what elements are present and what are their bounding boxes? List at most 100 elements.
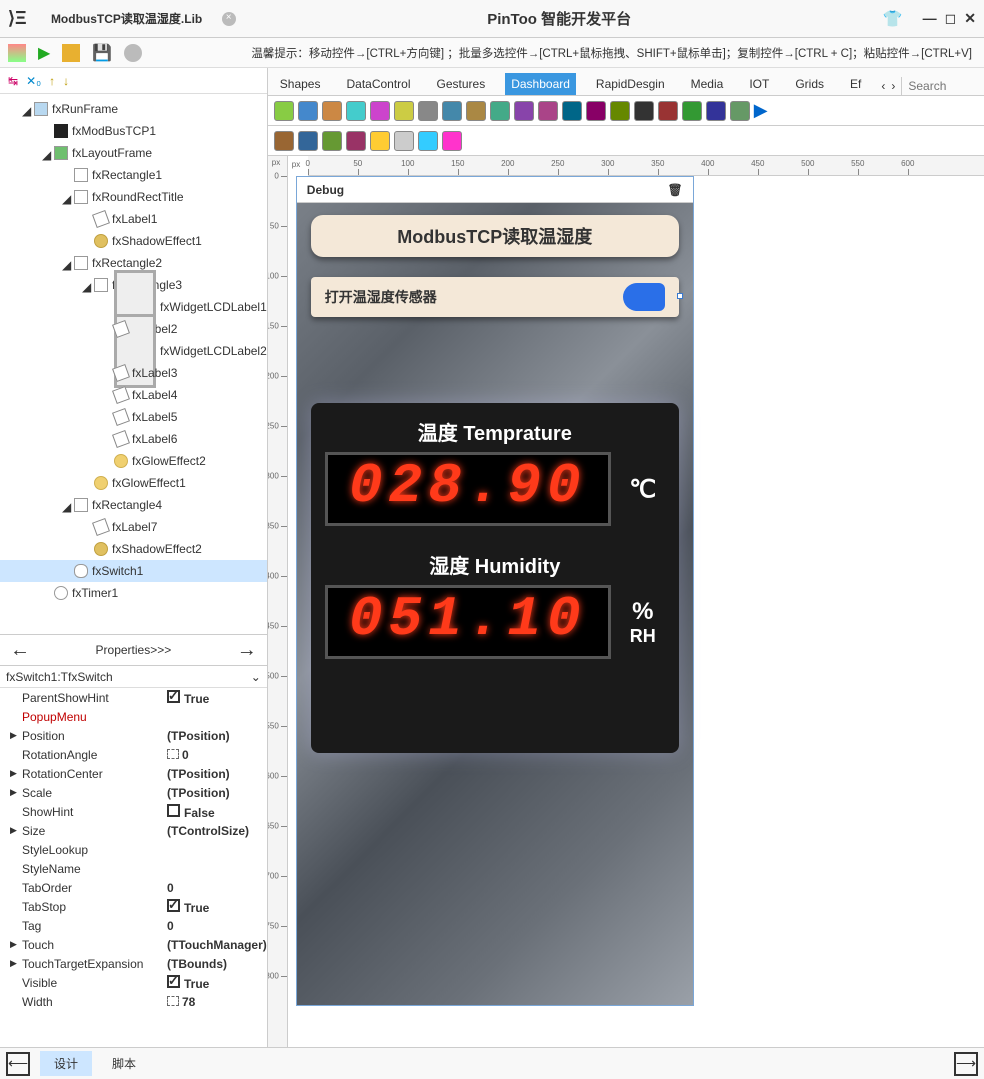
prev-button[interactable]: ←: [10, 639, 30, 662]
document-tab[interactable]: ModbusTCP读取温湿度.Lib: [37, 10, 217, 27]
prop-Position[interactable]: ▶Position(TPosition): [0, 726, 267, 745]
tab-gestures[interactable]: Gestures: [431, 73, 492, 95]
checkbox-icon[interactable]: [167, 975, 180, 988]
tree-node-fxShadowEffect2[interactable]: fxShadowEffect2: [0, 538, 267, 560]
palette-icon[interactable]: [586, 101, 606, 121]
tab-datacontrol[interactable]: DataControl: [340, 73, 416, 95]
tree-node-fxLabel4[interactable]: fxLabel4: [0, 384, 267, 406]
palette-icon[interactable]: [298, 101, 318, 121]
tree-node-fxLabel7[interactable]: fxLabel7: [0, 516, 267, 538]
palette-icon[interactable]: [298, 131, 318, 151]
tab-scroll-left-icon[interactable]: ‹: [881, 79, 885, 93]
tree-down-icon[interactable]: ↓: [63, 74, 69, 88]
prop-TouchTargetExpansion[interactable]: ▶TouchTargetExpansion(TBounds): [0, 954, 267, 973]
footer-forward-button[interactable]: ⟶: [954, 1052, 978, 1076]
run-button[interactable]: ▶: [38, 43, 50, 63]
tab-shapes[interactable]: Shapes: [274, 73, 327, 95]
palette-icon[interactable]: [730, 101, 750, 121]
tree-node-fxRoundRectTitle[interactable]: ◢fxRoundRectTitle: [0, 186, 267, 208]
prop-Touch[interactable]: ▶Touch(TTouchManager): [0, 935, 267, 954]
tab-media[interactable]: Media: [685, 73, 730, 95]
prop-Size[interactable]: ▶Size(TControlSize): [0, 821, 267, 840]
properties-title[interactable]: Properties>>>: [96, 643, 172, 657]
prop-PopupMenu[interactable]: PopupMenu: [0, 707, 267, 726]
checkbox-icon[interactable]: [167, 899, 180, 912]
tree-up-icon[interactable]: ↑: [49, 74, 55, 88]
close-tab-button[interactable]: ×: [222, 12, 236, 26]
tab-grids[interactable]: Grids: [789, 73, 830, 95]
palette-icon[interactable]: [346, 131, 366, 151]
palette-icon[interactable]: [418, 101, 438, 121]
prop-ParentShowHint[interactable]: ParentShowHintTrue: [0, 688, 267, 707]
sensor-switch[interactable]: [623, 283, 665, 311]
palette-icon[interactable]: [466, 101, 486, 121]
palette-icon[interactable]: [514, 101, 534, 121]
prop-Tag[interactable]: Tag0: [0, 916, 267, 935]
tab-iot[interactable]: IOT: [743, 73, 775, 95]
tree-node-fxShadowEffect1[interactable]: fxShadowEffect1: [0, 230, 267, 252]
search-input[interactable]: [901, 77, 984, 95]
prop-ShowHint[interactable]: ShowHintFalse: [0, 802, 267, 821]
palette-icon[interactable]: [370, 131, 390, 151]
palette-icon[interactable]: [682, 101, 702, 121]
design-canvas[interactable]: Debug 🗑 ModbusTCP读取温湿度 打开温湿度传感器: [288, 176, 984, 1047]
tree-node-fxWidgetLCDLabel2[interactable]: fxWidgetLCDLabel2: [0, 340, 267, 362]
footer-back-button[interactable]: ⟵: [6, 1052, 30, 1076]
palette-icon[interactable]: [442, 101, 462, 121]
palette-icon[interactable]: [394, 131, 414, 151]
tree-node-fxLabel6[interactable]: fxLabel6: [0, 428, 267, 450]
tree-tool-icon[interactable]: ↹: [8, 74, 18, 88]
tree-node-fxTimer1[interactable]: fxTimer1: [0, 582, 267, 604]
design-tab[interactable]: 设计: [40, 1051, 92, 1076]
palette-icon[interactable]: [706, 101, 726, 121]
tree-node-fxModBusTCP1[interactable]: fxModBusTCP1: [0, 120, 267, 142]
maximize-button[interactable]: ◻: [945, 10, 957, 27]
palette-icon[interactable]: [538, 101, 558, 121]
palette-play-icon[interactable]: ▶: [754, 100, 768, 121]
save-icon[interactable]: 💾: [92, 43, 112, 63]
tree-node-fxRectangle4[interactable]: ◢fxRectangle4: [0, 494, 267, 516]
tree-node-fxLabel1[interactable]: fxLabel1: [0, 208, 267, 230]
close-window-button[interactable]: ✕: [964, 10, 976, 27]
prop-RotationAngle[interactable]: RotationAngle0: [0, 745, 267, 764]
palette-icon[interactable]: [322, 131, 342, 151]
script-tab[interactable]: 脚本: [102, 1051, 146, 1076]
prop-TabStop[interactable]: TabStopTrue: [0, 897, 267, 916]
tree-node-fxRunFrame[interactable]: ◢fxRunFrame: [0, 98, 267, 120]
tab-rapiddesgin[interactable]: RapidDesgin: [590, 73, 671, 95]
tab-ef[interactable]: Ef: [844, 73, 867, 95]
prop-StyleLookup[interactable]: StyleLookup: [0, 840, 267, 859]
palette-icon[interactable]: [490, 101, 510, 121]
prop-StyleName[interactable]: StyleName: [0, 859, 267, 878]
tree-node-fxSwitch1[interactable]: fxSwitch1: [0, 560, 267, 582]
palette-icon[interactable]: [418, 131, 438, 151]
trash-icon[interactable]: 🗑: [668, 183, 683, 197]
next-button[interactable]: →: [237, 639, 257, 662]
palette-icon[interactable]: [634, 101, 654, 121]
open-icon[interactable]: [62, 44, 80, 62]
palette-icon[interactable]: [274, 131, 294, 151]
new-icon[interactable]: [8, 44, 26, 62]
palette-icon[interactable]: [322, 101, 342, 121]
palette-icon[interactable]: [442, 131, 462, 151]
minimize-button[interactable]: —: [923, 10, 937, 27]
prop-Width[interactable]: Width78: [0, 992, 267, 1011]
palette-icon[interactable]: [346, 101, 366, 121]
prop-Scale[interactable]: ▶Scale(TPosition): [0, 783, 267, 802]
tab-dashboard[interactable]: Dashboard: [505, 73, 576, 95]
prop-Visible[interactable]: VisibleTrue: [0, 973, 267, 992]
component-tree[interactable]: ◢fxRunFramefxModBusTCP1◢fxLayoutFramefxR…: [0, 94, 267, 634]
selection-handle[interactable]: [677, 293, 683, 299]
tab-scroll-right-icon[interactable]: ›: [891, 79, 895, 93]
checkbox-icon[interactable]: [167, 804, 180, 817]
palette-icon[interactable]: [274, 101, 294, 121]
properties-grid[interactable]: ParentShowHintTruePopupMenu▶Position(TPo…: [0, 688, 267, 1047]
palette-icon[interactable]: [658, 101, 678, 121]
palette-icon[interactable]: [562, 101, 582, 121]
db-icon[interactable]: [124, 44, 142, 62]
tree-node-fxGlowEffect1[interactable]: fxGlowEffect1: [0, 472, 267, 494]
property-object-selector[interactable]: fxSwitch1:TfxSwitch ⌄: [0, 666, 267, 688]
palette-icon[interactable]: [394, 101, 414, 121]
tree-node-fxLabel5[interactable]: fxLabel5: [0, 406, 267, 428]
palette-icon[interactable]: [610, 101, 630, 121]
